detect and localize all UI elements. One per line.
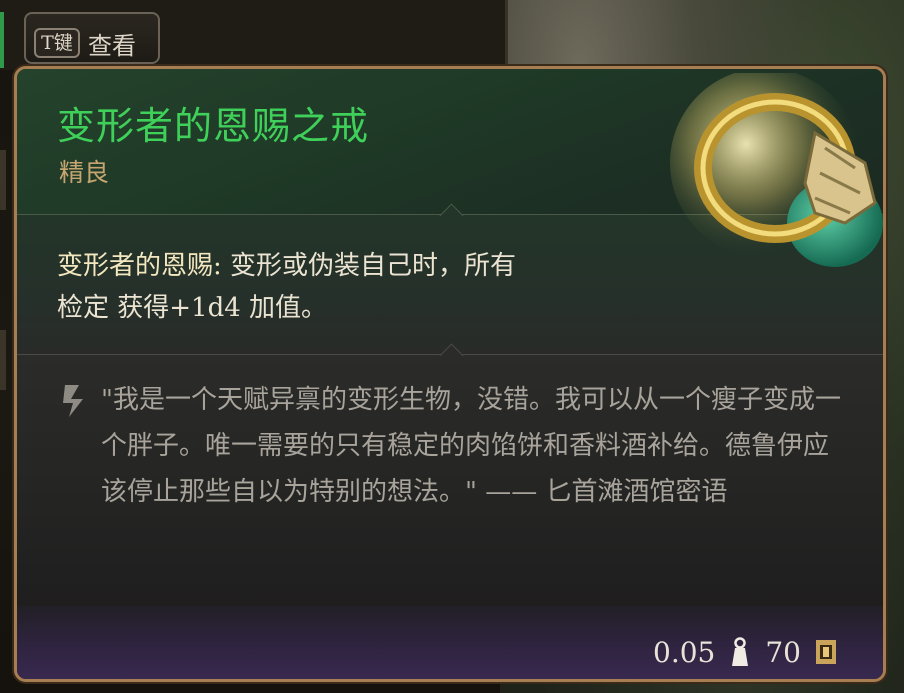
selection-edge (0, 12, 4, 68)
gold-coin-icon (816, 640, 836, 664)
examine-label: 查看 (88, 32, 136, 60)
ring-icon (670, 73, 883, 267)
item-description: 变形者的恩赐: 变形或伪装自己时，所有 检定 获得+1d4 加值。 (57, 245, 657, 329)
item-tooltip: 变形者的恩赐之戒 精良 变形者的恩赐: 变形或伪装自己时，所有 检定 获得+1d… (14, 66, 886, 682)
description-text-line2: 检定 获得+1d4 加值。 (57, 293, 328, 323)
description-keyword: 变形者的恩赐: (57, 251, 222, 281)
flavor-section: "我是一个天赋异禀的变形生物，没错。我可以从一个瘦子变成一个胖子。唯一需要的只有… (17, 343, 883, 607)
panel-tick (0, 150, 6, 210)
item-weight: 0.05 (653, 635, 716, 669)
hotkey-badge: T键 (34, 28, 80, 58)
item-name: 变形者的恩赐之戒 (57, 104, 370, 148)
item-rarity: 精良 (59, 158, 110, 187)
tooltip-footer: 0.05 70 (17, 606, 883, 679)
weight-icon (732, 637, 749, 666)
description-text: 变形或伪装自己时，所有 (221, 251, 517, 281)
item-value: 70 (765, 635, 801, 669)
flavor-text: "我是一个天赋异禀的变形生物，没错。我可以从一个瘦子变成一个胖子。唯一需要的只有… (101, 385, 841, 507)
quote-icon (63, 385, 83, 417)
examine-button[interactable]: T键 查看 (24, 12, 160, 64)
panel-tick (0, 330, 6, 390)
item-stats: 0.05 70 (653, 632, 839, 672)
